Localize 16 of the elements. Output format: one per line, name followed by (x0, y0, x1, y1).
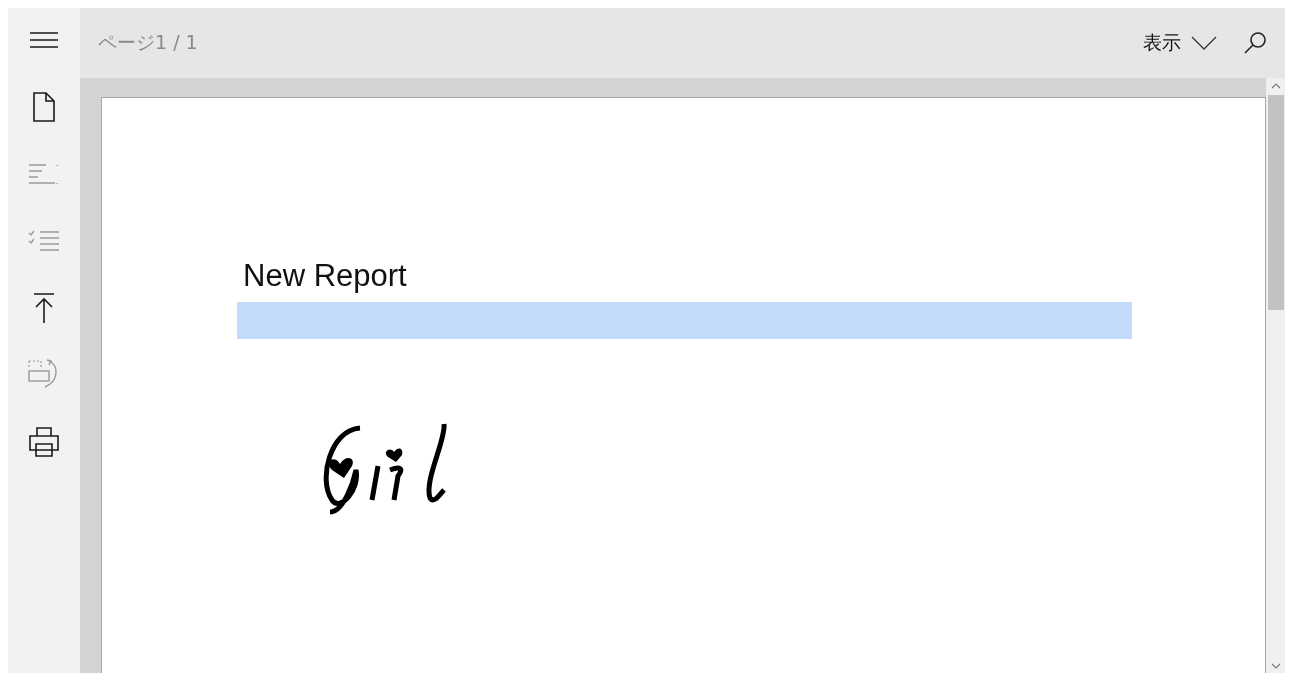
menu-icon (29, 31, 59, 49)
scrollbar[interactable] (1266, 78, 1285, 673)
chevron-down-icon (1191, 36, 1217, 50)
page-indicator: ページ1 / 1 (98, 30, 199, 55)
scrollbar-thumb[interactable] (1267, 95, 1284, 310)
report-title: New Report (243, 258, 408, 294)
checklist-icon (28, 230, 60, 252)
outline-icon (28, 163, 60, 185)
print-icon (28, 426, 60, 458)
scroll-down-icon (1270, 663, 1281, 669)
view-menu-button[interactable]: 表示 (1143, 30, 1217, 56)
scroll-up-icon (1270, 83, 1281, 89)
document-icon (32, 91, 56, 123)
search-button[interactable] (1243, 31, 1267, 55)
search-icon (1243, 31, 1267, 55)
arrow-to-top-icon (32, 292, 56, 324)
